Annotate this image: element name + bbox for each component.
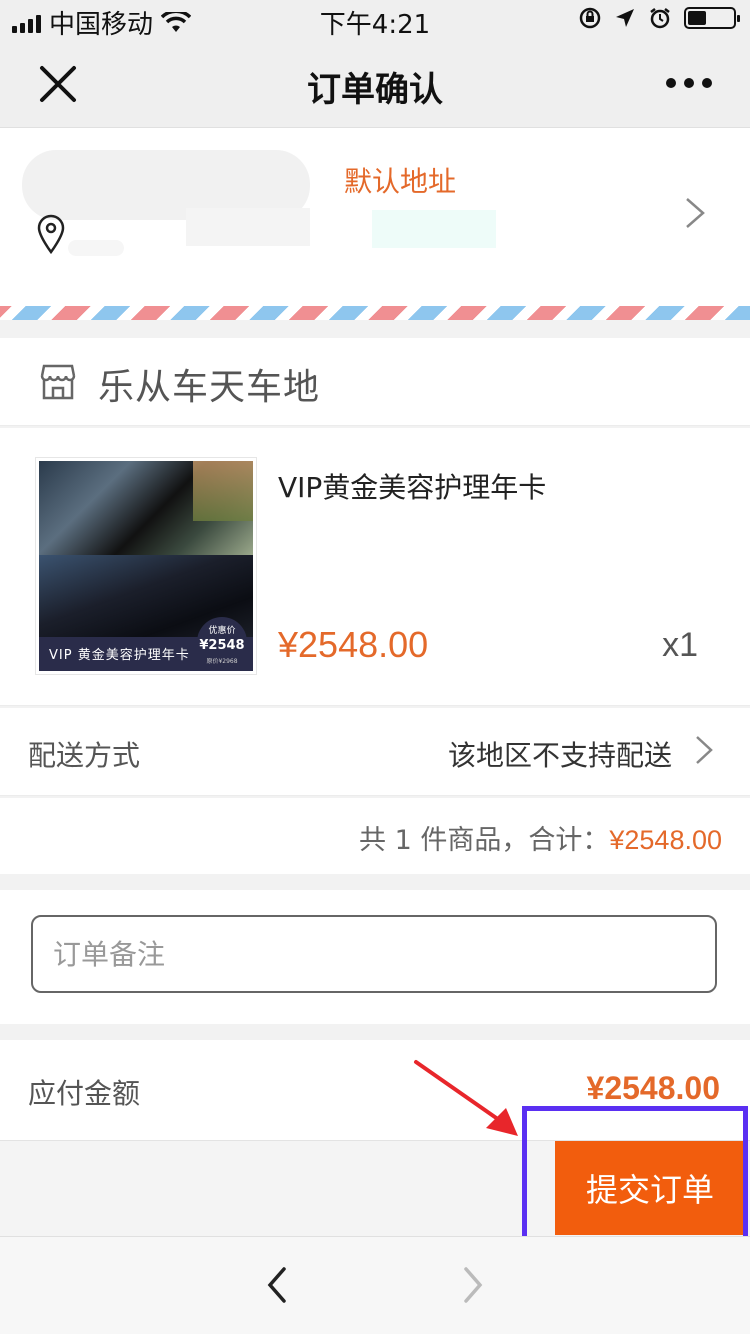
remark-section bbox=[0, 890, 750, 1024]
payable-amount: ¥2548.00 bbox=[586, 1070, 720, 1106]
delivery-value: 该地区不支持配送 bbox=[447, 739, 672, 772]
product-quantity: x1 bbox=[662, 626, 698, 664]
shop-name: 乐从车天车地 bbox=[98, 367, 321, 408]
address-redacted-block bbox=[372, 210, 496, 248]
address-section[interactable]: 默认地址 bbox=[0, 128, 750, 308]
status-bar: 中国移动 下午4:21 bbox=[0, 0, 750, 40]
address-redacted-block bbox=[186, 208, 310, 246]
product-price: ¥2548.00 bbox=[278, 624, 429, 665]
page-title: 订单确认 bbox=[307, 70, 443, 110]
product-image-badge: 优惠价 ¥2548 原价¥2968 bbox=[197, 617, 247, 667]
payable-label: 应付金额 bbox=[28, 1077, 141, 1110]
status-right bbox=[578, 6, 740, 30]
shop-header: 乐从车天车地 bbox=[0, 338, 750, 426]
location-icon bbox=[616, 9, 634, 27]
alarm-icon bbox=[650, 8, 670, 29]
product-item[interactable]: VIP 黄金美容护理年卡 优惠价 ¥2548 原价¥2968 VIP黄金美容护理… bbox=[0, 428, 750, 706]
browser-toolbar bbox=[0, 1236, 750, 1334]
chevron-right-icon bbox=[696, 736, 713, 764]
summary-text: 共 1 件商品，合计：¥2548.00 bbox=[359, 818, 722, 857]
store-icon bbox=[40, 364, 76, 400]
delivery-method-row[interactable]: 配送方式 该地区不支持配送 bbox=[0, 708, 750, 796]
forward-arrow-icon[interactable] bbox=[458, 1265, 488, 1305]
chevron-right-icon bbox=[686, 198, 705, 228]
order-summary: 共 1 件商品，合计：¥2548.00 bbox=[0, 798, 750, 874]
address-redacted-block bbox=[68, 240, 124, 256]
summary-label: 共 1 件商品，合计： bbox=[359, 825, 610, 856]
airmail-divider bbox=[0, 306, 750, 320]
back-arrow-icon[interactable] bbox=[262, 1265, 292, 1305]
default-address-label: 默认地址 bbox=[344, 165, 457, 198]
delivery-label: 配送方式 bbox=[28, 739, 141, 772]
summary-amount: ¥2548.00 bbox=[609, 825, 722, 855]
nav-bar: 订单确认 bbox=[0, 40, 750, 128]
submit-order-button[interactable]: 提交订单 bbox=[555, 1141, 745, 1235]
order-remark-input[interactable] bbox=[31, 915, 717, 993]
product-image-caption: VIP 黄金美容护理年卡 bbox=[49, 648, 190, 663]
badge-price: ¥2548 bbox=[199, 638, 245, 653]
battery-icon bbox=[684, 7, 740, 29]
product-image: VIP 黄金美容护理年卡 优惠价 ¥2548 原价¥2968 bbox=[36, 458, 256, 674]
product-title: VIP黄金美容护理年卡 bbox=[278, 471, 547, 504]
orientation-lock-icon bbox=[579, 7, 601, 29]
more-icon[interactable] bbox=[666, 68, 716, 98]
badge-original-price: 原价¥2968 bbox=[206, 658, 238, 665]
location-pin-icon bbox=[37, 214, 65, 254]
payable-row: 应付金额 ¥2548.00 bbox=[0, 1040, 750, 1140]
badge-label: 优惠价 bbox=[208, 626, 236, 636]
